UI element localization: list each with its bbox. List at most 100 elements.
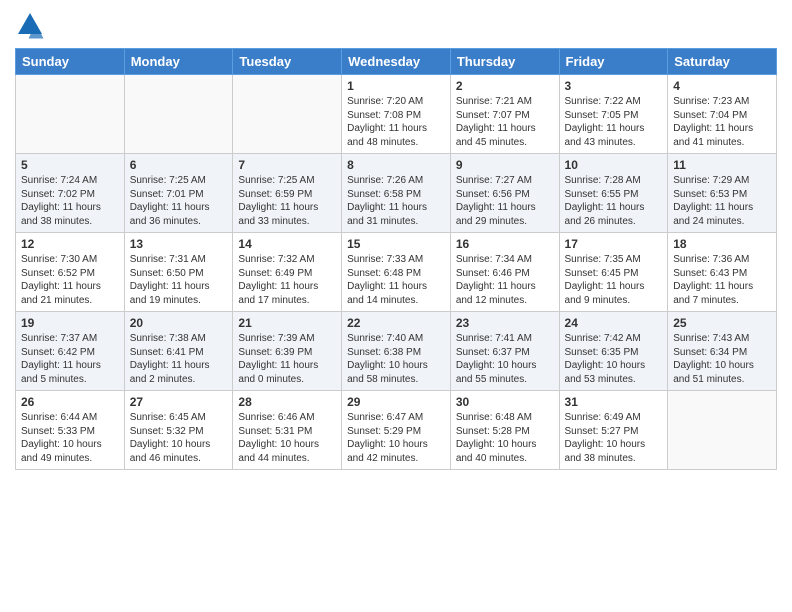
weekday-header-monday: Monday: [124, 49, 233, 75]
calendar-cell: 17Sunrise: 7:35 AMSunset: 6:45 PMDayligh…: [559, 233, 668, 312]
calendar-cell: 12 Sunrise: 7:30 AMSunset: 6:52 PMDayligh…: [16, 233, 125, 312]
day-info: Sunrise: 7:28 AMSunset: 6:55 PMDaylight:…: [565, 174, 663, 228]
day-info: Sunrise: 7:25 AMSunset: 6:59 PMDaylight:…: [238, 174, 336, 228]
day-number: 9: [456, 158, 554, 172]
day-info: Sunrise: 7:27 AMSunset: 6:56 PMDaylight:…: [456, 174, 554, 228]
page: SundayMondayTuesdayWednesdayThursdayFrid…: [0, 0, 792, 612]
day-number: 29: [347, 395, 445, 409]
calendar-cell: 29 Sunrise: 6:47 AMSunset: 5:29 PMDayligh…: [342, 391, 451, 470]
calendar-cell: 30 Sunrise: 6:48 AMSunset: 5:28 PMDayligh…: [450, 391, 559, 470]
day-number: 3: [565, 79, 663, 93]
day-number: 17: [565, 237, 663, 251]
day-number: 12: [21, 237, 119, 251]
weekday-header-sunday: Sunday: [16, 49, 125, 75]
calendar-cell: [124, 75, 233, 154]
day-number: 19: [21, 316, 119, 330]
day-number: 16: [456, 237, 554, 251]
day-number: 28: [238, 395, 336, 409]
day-info: Sunrise: 6:44 AMSunset: 5:33 PMDaylight:…: [21, 411, 119, 465]
day-info: Sunrise: 7:34 AMSunset: 6:46 PMDaylight:…: [456, 253, 554, 307]
day-info: Sunrise: 7:39 AMSunset: 6:39 PMDaylight:…: [238, 332, 336, 386]
day-info: Sunrise: 7:38 AMSunset: 6:41 PMDaylight:…: [130, 332, 228, 386]
calendar-cell: 8 Sunrise: 7:26 AMSunset: 6:58 PMDaylight…: [342, 154, 451, 233]
calendar-cell: 28 Sunrise: 6:46 AMSunset: 5:31 PMDayligh…: [233, 391, 342, 470]
day-number: 5: [21, 158, 119, 172]
logo-icon: [15, 10, 45, 40]
week-row-3: 19Sunrise: 7:37 AMSunset: 6:42 PMDayligh…: [16, 312, 777, 391]
calendar-table: SundayMondayTuesdayWednesdayThursdayFrid…: [15, 48, 777, 470]
day-number: 25: [673, 316, 771, 330]
day-number: 8: [347, 158, 445, 172]
day-info: Sunrise: 7:42 AMSunset: 6:35 PMDaylight:…: [565, 332, 663, 386]
calendar-cell: 15 Sunrise: 7:33 AMSunset: 6:48 PMDayligh…: [342, 233, 451, 312]
calendar-cell: 26Sunrise: 6:44 AMSunset: 5:33 PMDayligh…: [16, 391, 125, 470]
day-number: 2: [456, 79, 554, 93]
calendar-cell: 5Sunrise: 7:24 AMSunset: 7:02 PMDaylight…: [16, 154, 125, 233]
day-number: 24: [565, 316, 663, 330]
day-number: 4: [673, 79, 771, 93]
day-number: 20: [130, 316, 228, 330]
calendar-cell: 3 Sunrise: 7:22 AMSunset: 7:05 PMDaylight…: [559, 75, 668, 154]
day-info: Sunrise: 7:41 AMSunset: 6:37 PMDaylight:…: [456, 332, 554, 386]
day-info: Sunrise: 7:29 AMSunset: 6:53 PMDaylight:…: [673, 174, 771, 228]
day-info: Sunrise: 6:49 AMSunset: 5:27 PMDaylight:…: [565, 411, 663, 465]
day-number: 15: [347, 237, 445, 251]
day-number: 13: [130, 237, 228, 251]
day-info: Sunrise: 6:46 AMSunset: 5:31 PMDaylight:…: [238, 411, 336, 465]
calendar-cell: 20 Sunrise: 7:38 AMSunset: 6:41 PMDayligh…: [124, 312, 233, 391]
calendar-cell: [233, 75, 342, 154]
calendar-cell: 23 Sunrise: 7:41 AMSunset: 6:37 PMDayligh…: [450, 312, 559, 391]
day-number: 1: [347, 79, 445, 93]
weekday-header-tuesday: Tuesday: [233, 49, 342, 75]
calendar-cell: 10 Sunrise: 7:28 AMSunset: 6:55 PMDayligh…: [559, 154, 668, 233]
day-number: 14: [238, 237, 336, 251]
day-number: 10: [565, 158, 663, 172]
calendar-cell: 7 Sunrise: 7:25 AMSunset: 6:59 PMDaylight…: [233, 154, 342, 233]
day-number: 30: [456, 395, 554, 409]
calendar-cell: 11 Sunrise: 7:29 AMSunset: 6:53 PMDayligh…: [668, 154, 777, 233]
header-row: SundayMondayTuesdayWednesdayThursdayFrid…: [16, 49, 777, 75]
calendar-cell: [16, 75, 125, 154]
calendar-cell: 6Sunrise: 7:25 AMSunset: 7:01 PMDaylight…: [124, 154, 233, 233]
day-info: Sunrise: 7:43 AMSunset: 6:34 PMDaylight:…: [673, 332, 771, 386]
calendar-cell: 4 Sunrise: 7:23 AMSunset: 7:04 PMDaylight…: [668, 75, 777, 154]
calendar-cell: 24 Sunrise: 7:42 AMSunset: 6:35 PMDayligh…: [559, 312, 668, 391]
calendar-cell: 9 Sunrise: 7:27 AMSunset: 6:56 PMDaylight…: [450, 154, 559, 233]
logo: [15, 10, 49, 40]
calendar-cell: 16 Sunrise: 7:34 AMSunset: 6:46 PMDayligh…: [450, 233, 559, 312]
week-row-1: 5Sunrise: 7:24 AMSunset: 7:02 PMDaylight…: [16, 154, 777, 233]
day-number: 7: [238, 158, 336, 172]
day-info: Sunrise: 7:20 AMSunset: 7:08 PMDaylight:…: [347, 95, 445, 149]
day-number: 23: [456, 316, 554, 330]
day-info: Sunrise: 7:32 AMSunset: 6:49 PMDaylight:…: [238, 253, 336, 307]
day-info: Sunrise: 7:21 AMSunset: 7:07 PMDaylight:…: [456, 95, 554, 149]
calendar-cell: 19Sunrise: 7:37 AMSunset: 6:42 PMDayligh…: [16, 312, 125, 391]
day-number: 18: [673, 237, 771, 251]
day-info: Sunrise: 7:31 AMSunset: 6:50 PMDaylight:…: [130, 253, 228, 307]
day-info: Sunrise: 6:47 AMSunset: 5:29 PMDaylight:…: [347, 411, 445, 465]
day-info: Sunrise: 7:36 AMSunset: 6:43 PMDaylight:…: [673, 253, 771, 307]
day-info: Sunrise: 7:30 AMSunset: 6:52 PMDaylight:…: [21, 253, 119, 307]
day-number: 27: [130, 395, 228, 409]
calendar-cell: 14 Sunrise: 7:32 AMSunset: 6:49 PMDayligh…: [233, 233, 342, 312]
calendar-cell: 2 Sunrise: 7:21 AMSunset: 7:07 PMDaylight…: [450, 75, 559, 154]
day-number: 21: [238, 316, 336, 330]
calendar-cell: 22Sunrise: 7:40 AMSunset: 6:38 PMDayligh…: [342, 312, 451, 391]
week-row-0: 1 Sunrise: 7:20 AMSunset: 7:08 PMDaylight…: [16, 75, 777, 154]
calendar-cell: 31Sunrise: 6:49 AMSunset: 5:27 PMDayligh…: [559, 391, 668, 470]
day-number: 22: [347, 316, 445, 330]
day-info: Sunrise: 6:45 AMSunset: 5:32 PMDaylight:…: [130, 411, 228, 465]
day-info: Sunrise: 7:26 AMSunset: 6:58 PMDaylight:…: [347, 174, 445, 228]
day-info: Sunrise: 6:48 AMSunset: 5:28 PMDaylight:…: [456, 411, 554, 465]
week-row-4: 26Sunrise: 6:44 AMSunset: 5:33 PMDayligh…: [16, 391, 777, 470]
day-info: Sunrise: 7:33 AMSunset: 6:48 PMDaylight:…: [347, 253, 445, 307]
weekday-header-friday: Friday: [559, 49, 668, 75]
day-number: 11: [673, 158, 771, 172]
calendar-cell: [668, 391, 777, 470]
day-info: Sunrise: 7:25 AMSunset: 7:01 PMDaylight:…: [130, 174, 228, 228]
calendar-cell: 21 Sunrise: 7:39 AMSunset: 6:39 PMDayligh…: [233, 312, 342, 391]
day-info: Sunrise: 7:23 AMSunset: 7:04 PMDaylight:…: [673, 95, 771, 149]
weekday-header-wednesday: Wednesday: [342, 49, 451, 75]
header: [15, 10, 777, 40]
day-info: Sunrise: 7:22 AMSunset: 7:05 PMDaylight:…: [565, 95, 663, 149]
